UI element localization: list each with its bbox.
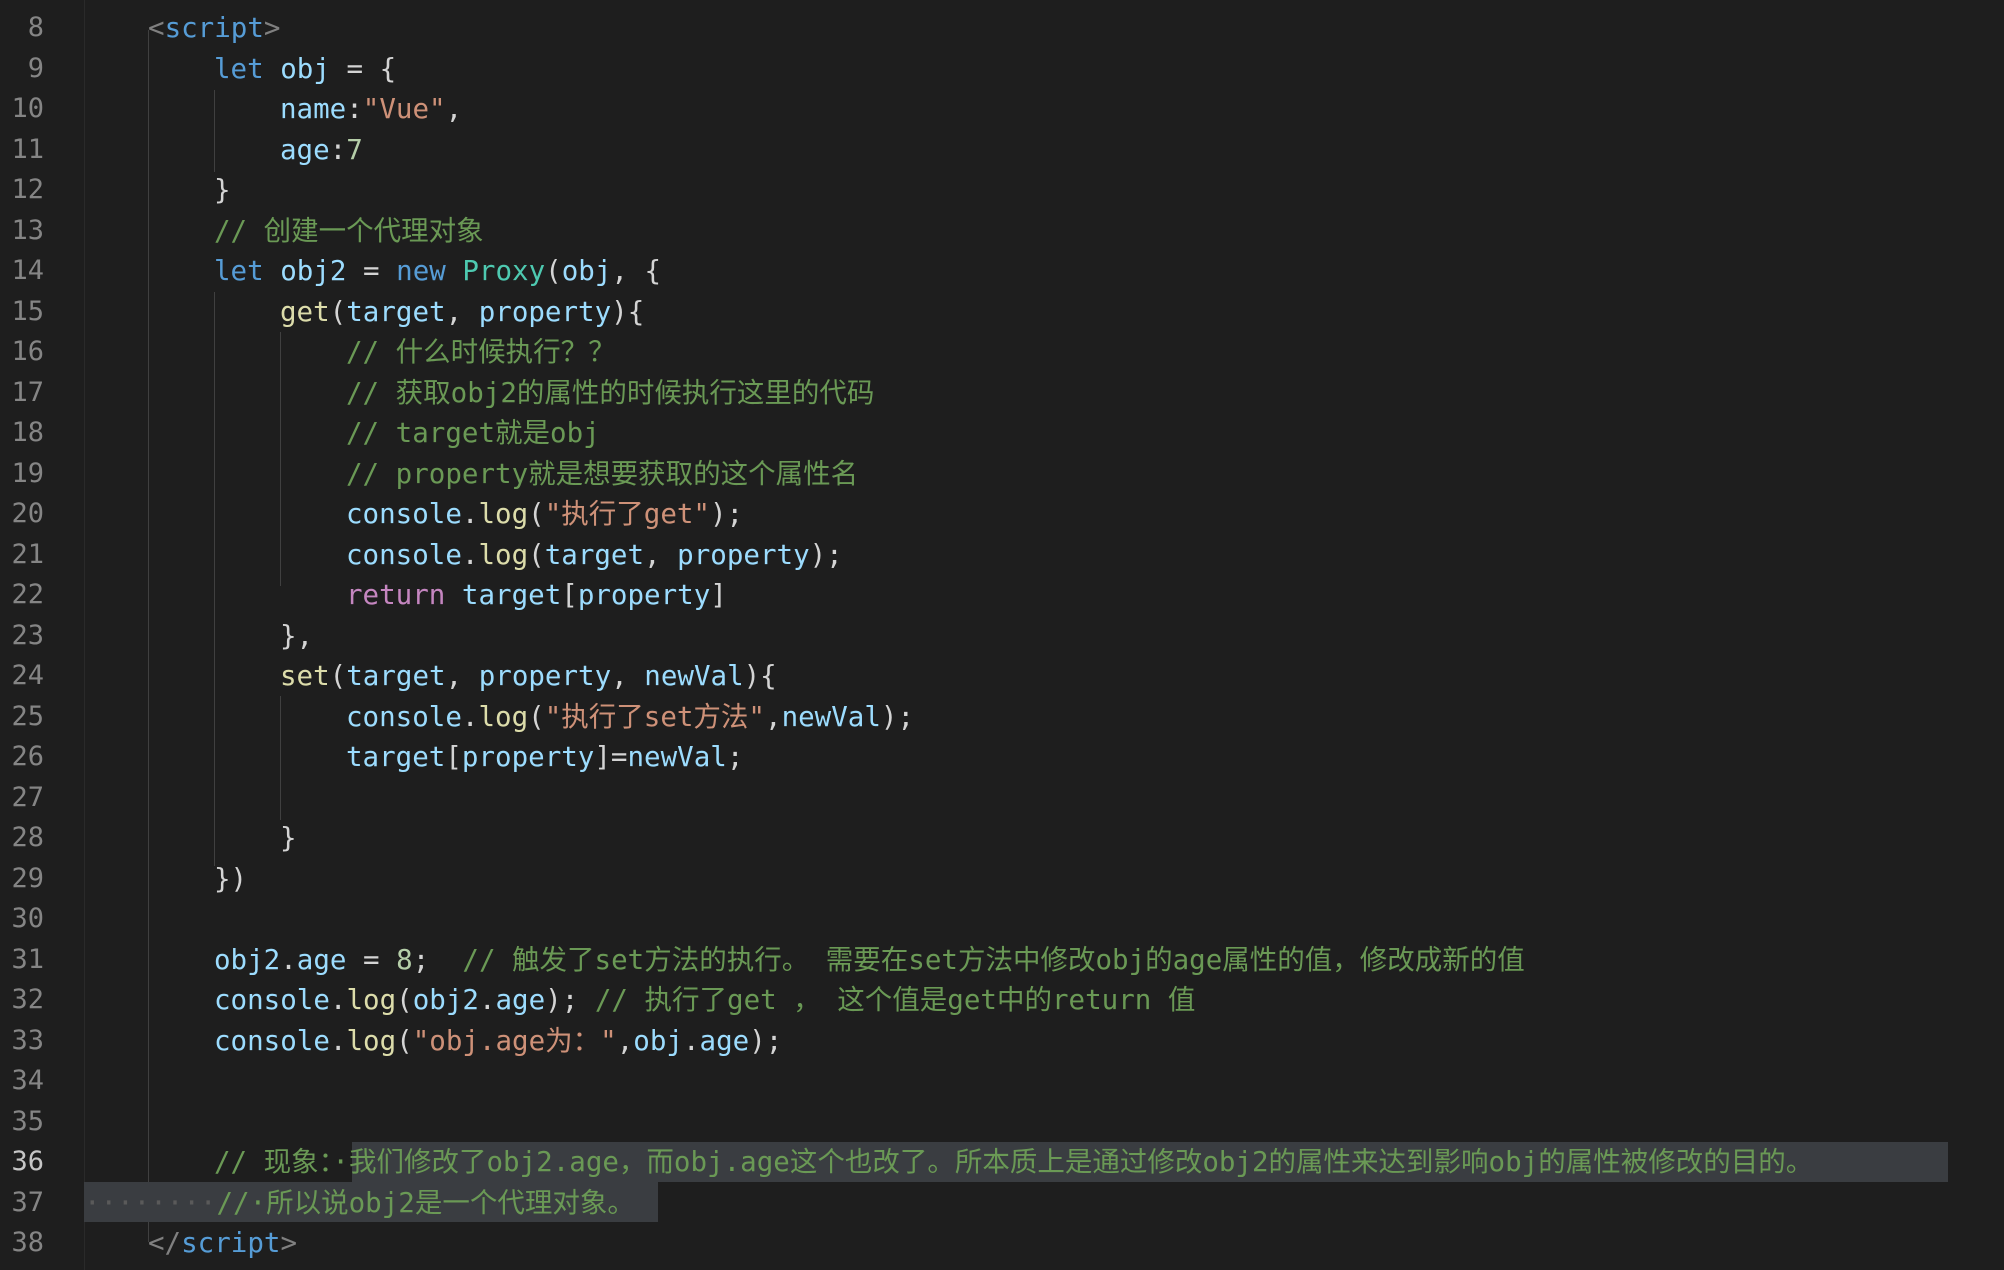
comment: // 创建一个代理对象 bbox=[214, 214, 484, 247]
comment: // 触发了set方法的执行。 需要在set方法中修改obj的age属性的值，修… bbox=[462, 943, 1525, 976]
line-number: 37 bbox=[11, 1186, 44, 1218]
comment: // 什么时候执行？？ bbox=[346, 336, 616, 368]
line-number: 15 bbox=[11, 295, 44, 327]
line-number: 24 bbox=[11, 660, 44, 691]
keyword-return: return bbox=[346, 579, 446, 611]
line-number: 30 bbox=[11, 903, 44, 934]
comment: // property就是想要获取的这个属性名 bbox=[346, 457, 859, 490]
line-number: 25 bbox=[11, 700, 44, 732]
line-number: 20 bbox=[11, 498, 44, 529]
identifier: obj bbox=[280, 52, 330, 85]
comment: // 现象： bbox=[214, 1146, 333, 1178]
code-line: name:"Vue", bbox=[280, 93, 463, 125]
code-line: let obj = { bbox=[214, 52, 397, 85]
line-number: 18 bbox=[11, 417, 44, 448]
string-literal: "Vue" bbox=[362, 93, 446, 125]
string-literal: "执行了get" bbox=[544, 498, 710, 530]
code-line: // 获取obj2的属性的时候执行这里的代码 bbox=[84, 373, 2004, 413]
code-line: return target[property] bbox=[346, 579, 727, 611]
identifier: obj2 bbox=[280, 255, 347, 287]
code-line: set(target, property, newVal){ bbox=[280, 660, 777, 692]
code-line: // 什么时候执行？？ bbox=[84, 332, 2004, 372]
code-line: obj2.age = 8; // 触发了set方法的执行。 需要在set方法中修… bbox=[214, 943, 1525, 976]
keyword-new: new bbox=[396, 255, 446, 287]
code-line: console.log(target, property); bbox=[346, 538, 843, 571]
code-line: </script> bbox=[84, 1223, 2004, 1263]
number-literal: 8 bbox=[396, 943, 413, 976]
line-number: 31 bbox=[11, 943, 44, 975]
keyword-let: let bbox=[214, 255, 264, 287]
line-number: 23 bbox=[11, 619, 44, 651]
line-number: 11 bbox=[11, 133, 44, 165]
code-line: console.log(obj2.age); // 执行了get ， 这个值是g… bbox=[214, 984, 1196, 1016]
method-name: get bbox=[280, 295, 330, 328]
code-line: }) bbox=[214, 862, 248, 895]
string-literal: "执行了set方法" bbox=[544, 700, 765, 733]
class-name: Proxy bbox=[462, 255, 546, 287]
code-line: } bbox=[280, 822, 297, 854]
code-line: // target就是obj bbox=[84, 413, 2004, 453]
script-tag: script bbox=[181, 1227, 281, 1259]
keyword-let: let bbox=[214, 52, 264, 85]
code-line: ········//·所以说obj2是一个代理对象。 bbox=[84, 1183, 2004, 1223]
line-number: 16 bbox=[11, 336, 44, 367]
comment: // 获取obj2的属性的时候执行这里的代码 bbox=[346, 376, 875, 409]
selected-comment: //·所以说obj2是一个代理对象。 bbox=[216, 1186, 635, 1219]
line-number: 19 bbox=[11, 457, 44, 489]
line-number: 9 bbox=[27, 52, 44, 84]
line-number: 13 bbox=[11, 214, 44, 246]
line-number: 28 bbox=[11, 822, 44, 853]
tag-bracket: </ bbox=[148, 1227, 182, 1259]
whitespace-dots: ········ bbox=[84, 1186, 217, 1219]
line-number: 8 bbox=[27, 12, 44, 43]
property-key: name bbox=[280, 93, 347, 125]
line-number: 33 bbox=[11, 1024, 44, 1056]
tag-bracket: < bbox=[148, 12, 165, 44]
line-number: 29 bbox=[11, 862, 44, 894]
line-number: 12 bbox=[11, 174, 44, 205]
line-number: 10 bbox=[11, 93, 44, 124]
code-line: console.log("执行了set方法",newVal); bbox=[346, 700, 915, 733]
comment: // 执行了get ， 这个值是get中的return 值 bbox=[594, 984, 1196, 1016]
code-line: get(target, property){ bbox=[280, 295, 645, 328]
code-line: // 创建一个代理对象 bbox=[84, 211, 2004, 251]
property-key: age bbox=[280, 133, 330, 166]
string-literal: "obj.age为：" bbox=[412, 1024, 617, 1057]
line-number: 27 bbox=[11, 781, 44, 813]
line-number-gutter: 8 9 10 11 12 13 14 15 16 17 18 19 20 21 22 23 24 25 26 27 28… bbox=[0, 0, 85, 1270]
number-literal: 7 bbox=[346, 133, 363, 166]
comment: // target就是obj bbox=[346, 417, 600, 449]
selected-comment: ·我们修改了obj2.age，而obj.age这个也改了。所本质上是通过修改ob… bbox=[332, 1146, 1814, 1178]
line-number: 36 bbox=[11, 1146, 44, 1177]
code-line: // property就是想要获取的这个属性名 bbox=[84, 454, 2004, 494]
code-line: } bbox=[214, 174, 231, 206]
line-number: 38 bbox=[11, 1227, 44, 1258]
line-number: 21 bbox=[11, 538, 44, 570]
code-line: console.log("obj.age为：",obj.age); bbox=[214, 1024, 783, 1057]
line-number: 22 bbox=[11, 579, 44, 610]
code-line: console.log("执行了get"); bbox=[346, 498, 744, 530]
line-number: 35 bbox=[11, 1105, 44, 1137]
code-line-active: // 现象：·我们修改了obj2.age，而obj.age这个也改了。所本质上是… bbox=[84, 1142, 2004, 1182]
line-number: 14 bbox=[11, 255, 44, 286]
line-number: 17 bbox=[11, 376, 44, 408]
line-number: 32 bbox=[11, 984, 44, 1015]
code-editor[interactable]: 8 9 10 11 12 13 14 15 16 17 18 19 20 21 22 23 24 25 26 27 28… bbox=[0, 0, 2004, 1270]
code-line: }, bbox=[280, 619, 314, 652]
method-name: set bbox=[280, 660, 330, 692]
script-tag: script bbox=[164, 12, 264, 44]
code-line: age:7 bbox=[280, 133, 363, 166]
tag-bracket: > bbox=[263, 12, 281, 44]
tag-bracket: > bbox=[280, 1227, 298, 1259]
code-line: let obj2 = new Proxy(obj, { bbox=[214, 255, 662, 287]
code-line: target[property]=newVal; bbox=[346, 741, 744, 773]
code-line: <script> bbox=[84, 8, 2004, 48]
line-number: 26 bbox=[11, 741, 44, 772]
line-number: 34 bbox=[11, 1065, 44, 1096]
